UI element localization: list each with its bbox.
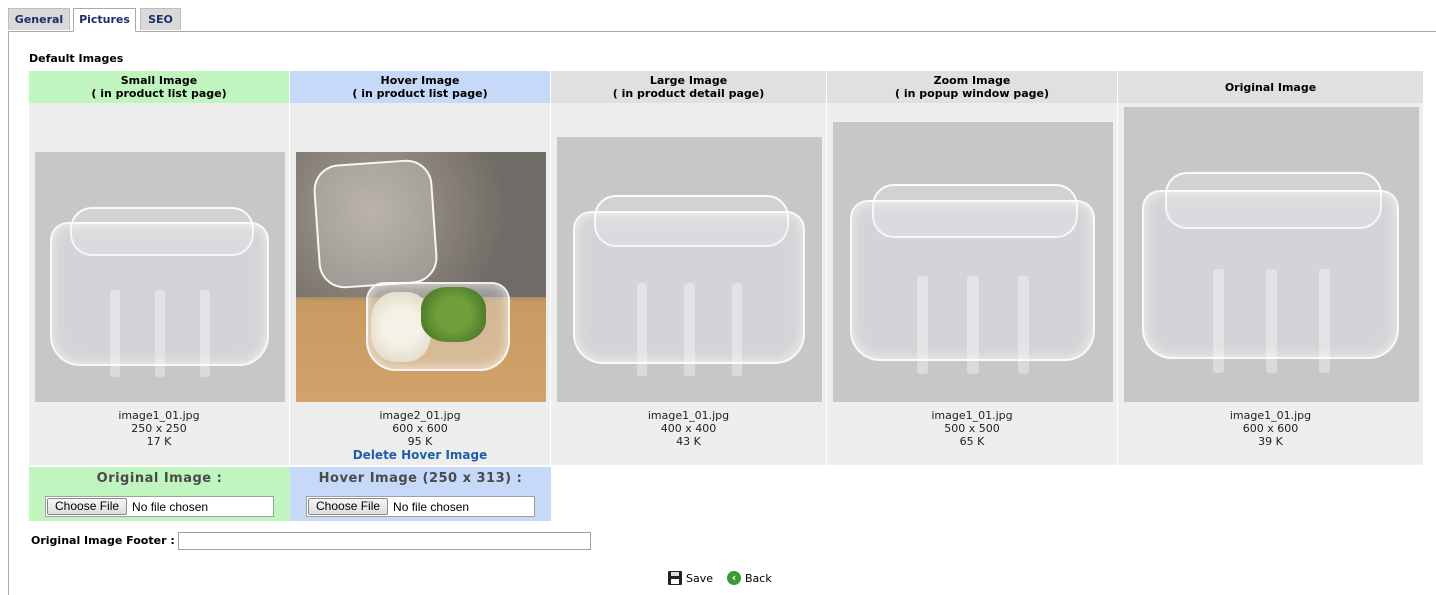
original-image-file-input[interactable]: Choose File No file chosen [45, 496, 274, 517]
column-subtitle: ( in product list page) [352, 87, 488, 100]
original-image-upload: Original Image : Choose File No file cho… [29, 467, 290, 521]
original-image-preview[interactable] [1124, 107, 1419, 402]
column-header: Original Image [1118, 71, 1424, 103]
column-large-image: Large Image ( in product detail page) im… [551, 71, 827, 465]
file-dimensions: 600 x 600 [1242, 422, 1299, 435]
file-status: No file chosen [393, 499, 470, 514]
upload-label: Hover Image (250 x 313) : [318, 471, 523, 486]
file-dimensions: 400 x 400 [660, 422, 717, 435]
back-arrow-icon: ‹ [727, 571, 741, 585]
file-name: image1_01.jpg [647, 409, 730, 422]
original-image-footer-input[interactable] [178, 532, 591, 550]
file-size: 95 K [407, 435, 433, 448]
choose-file-button[interactable]: Choose File [47, 498, 128, 515]
large-image-preview[interactable] [557, 137, 822, 402]
small-image-preview[interactable] [35, 152, 285, 402]
column-title: Original Image [1224, 80, 1317, 94]
hover-image-preview[interactable] [296, 152, 546, 402]
file-dimensions: 500 x 500 [944, 422, 1000, 435]
column-zoom-image: Zoom Image ( in popup window page) image… [827, 71, 1118, 465]
file-name: image1_01.jpg [931, 409, 1013, 422]
column-header: Small Image ( in product list page) [29, 71, 290, 103]
file-size: 43 K [676, 435, 701, 448]
tab-pictures[interactable]: Pictures [73, 8, 136, 32]
column-header: Large Image ( in product detail page) [551, 71, 827, 103]
original-image-footer-label: Original Image Footer : [31, 534, 175, 547]
file-name: image2_01.jpg [379, 409, 461, 422]
back-button[interactable]: ‹ Back [727, 571, 772, 585]
column-title: Small Image [120, 74, 198, 87]
back-label: Back [745, 571, 772, 585]
column-title: Large Image [649, 74, 728, 87]
file-status: No file chosen [132, 499, 209, 514]
column-header: Hover Image ( in product list page) [290, 71, 551, 103]
column-title: Hover Image [380, 74, 460, 87]
file-size: 65 K [959, 435, 985, 448]
delete-hover-image-link[interactable]: Delete Hover Image [290, 449, 550, 462]
zoom-image-preview[interactable] [833, 122, 1113, 402]
floppy-disk-icon [668, 571, 682, 585]
panel-border [8, 31, 9, 595]
file-size: 39 K [1258, 435, 1283, 448]
hover-image-file-input[interactable]: Choose File No file chosen [306, 496, 535, 517]
column-hover-image: Hover Image ( in product list page) imag… [290, 71, 551, 465]
column-subtitle: ( in popup window page) [895, 87, 1049, 100]
file-dimensions: 250 x 250 [131, 422, 187, 435]
tab-general[interactable]: General [8, 8, 70, 30]
column-subtitle: ( in product list page) [91, 87, 227, 100]
choose-file-button[interactable]: Choose File [308, 498, 389, 515]
tab-divider [8, 31, 1436, 32]
file-dimensions: 600 x 600 [392, 422, 448, 435]
images-table: Small Image ( in product list page) imag… [29, 71, 1424, 465]
save-button[interactable]: Save [668, 571, 713, 585]
file-name: image1_01.jpg [1229, 409, 1312, 422]
file-name: image1_01.jpg [118, 409, 200, 422]
section-title: Default Images [29, 52, 124, 65]
tab-seo[interactable]: SEO [140, 8, 181, 30]
upload-label: Original Image : [96, 471, 223, 486]
save-label: Save [686, 571, 714, 585]
column-small-image: Small Image ( in product list page) imag… [29, 71, 290, 465]
hover-image-upload: Hover Image (250 x 313) : Choose File No… [290, 467, 551, 521]
file-size: 17 K [146, 435, 172, 448]
column-header: Zoom Image ( in popup window page) [827, 71, 1118, 103]
column-original-image: Original Image image1_01.jpg 600 x 600 3… [1118, 71, 1424, 465]
column-title: Zoom Image [933, 74, 1011, 87]
column-subtitle: ( in product detail page) [612, 87, 765, 100]
